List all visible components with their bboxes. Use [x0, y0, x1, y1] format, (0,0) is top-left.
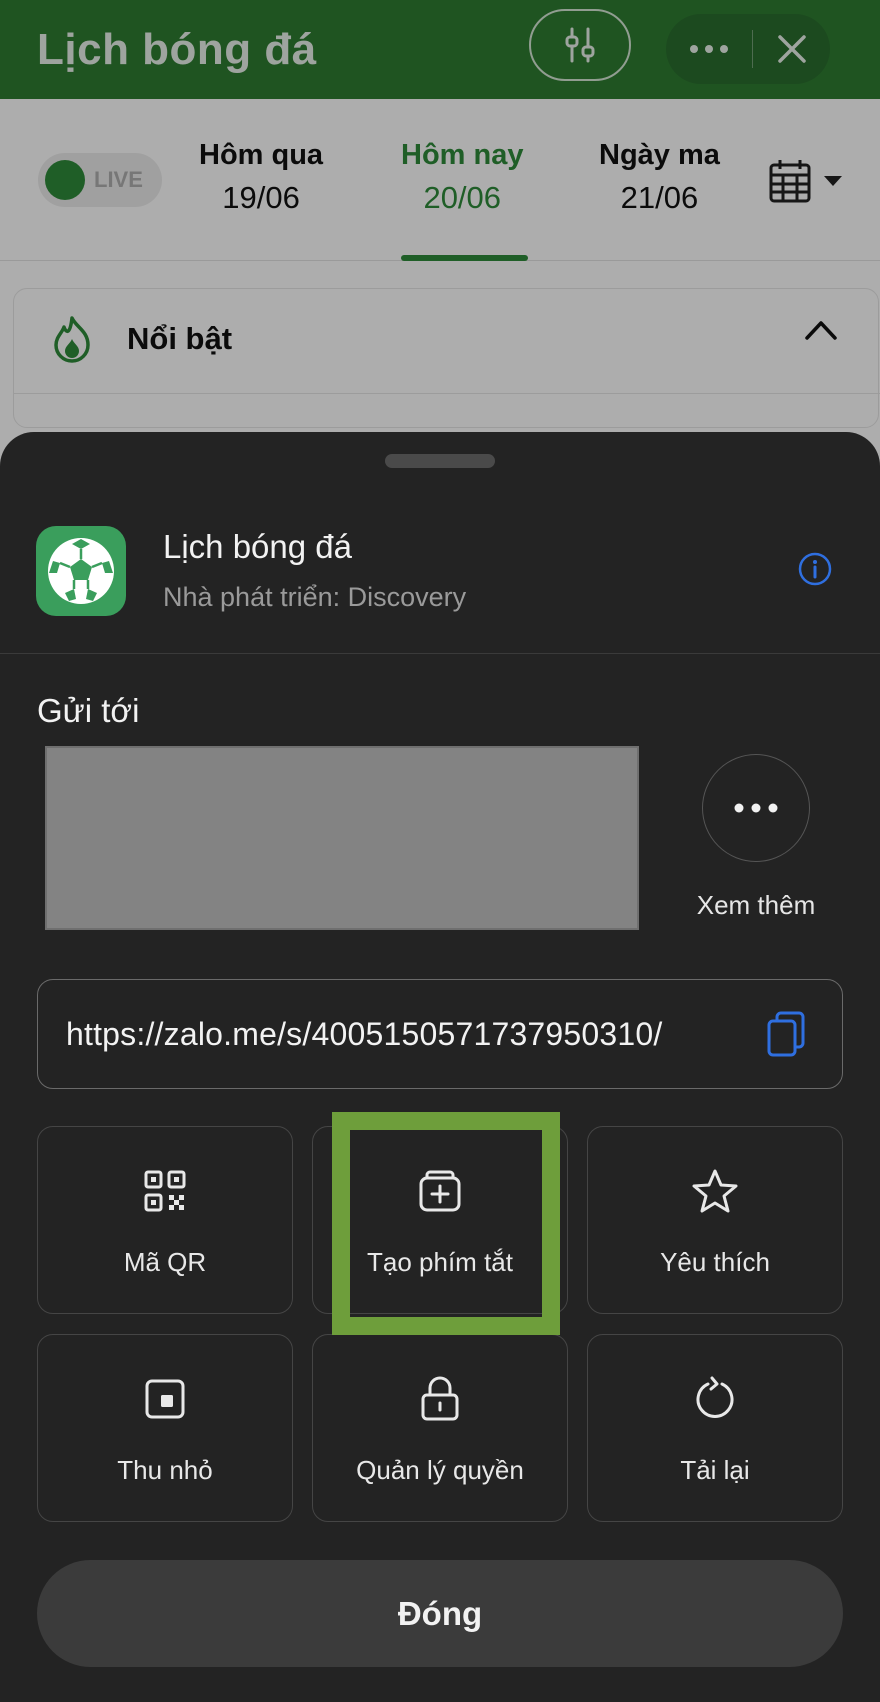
- action-label: Tải lại: [680, 1455, 750, 1485]
- lock-icon: [421, 1376, 459, 1421]
- qr-code-icon: [144, 1170, 186, 1212]
- action-label: Mã QR: [123, 1247, 207, 1277]
- favorite-button[interactable]: Yêu thích: [587, 1126, 843, 1314]
- reload-icon: [696, 1376, 734, 1418]
- share-link-text: https://zalo.me/s/4005150571737950310/: [66, 1016, 663, 1052]
- app-developer: Nhà phát triển: Discovery: [163, 582, 467, 612]
- annotation-highlight-box: [332, 1112, 560, 1335]
- close-button-label: Đóng: [397, 1594, 483, 1632]
- see-more-contacts-button[interactable]: [702, 754, 810, 862]
- action-label: Yêu thích: [660, 1247, 770, 1277]
- contacts-redacted-area: [45, 746, 639, 930]
- copy-link-button[interactable]: [766, 1010, 806, 1063]
- more-horizontal-icon: [734, 803, 778, 813]
- close-sheet-button[interactable]: Đóng: [37, 1560, 843, 1667]
- minimize-button[interactable]: Thu nhỏ: [37, 1334, 293, 1522]
- star-icon: [692, 1169, 738, 1213]
- share-sheet: Lịch bóng đá Nhà phát triển: Discovery G…: [0, 432, 880, 1702]
- see-more-label: Xem thêm: [696, 890, 816, 920]
- send-to-label: Gửi tới: [37, 692, 140, 729]
- soccer-ball-icon: [48, 538, 114, 604]
- app-info-button[interactable]: [798, 552, 832, 591]
- share-link-field[interactable]: https://zalo.me/s/4005150571737950310/: [37, 979, 843, 1089]
- reload-button[interactable]: Tải lại: [587, 1334, 843, 1522]
- copy-icon: [767, 1011, 805, 1057]
- minimize-icon: [145, 1379, 185, 1419]
- action-label: Quản lý quyền: [356, 1455, 524, 1485]
- info-icon: [798, 552, 832, 586]
- manage-permissions-button[interactable]: Quản lý quyền: [312, 1334, 568, 1522]
- app-logo: [36, 526, 126, 616]
- app-info-section: Lịch bóng đá Nhà phát triển: Discovery: [0, 432, 880, 654]
- qr-code-button[interactable]: Mã QR: [37, 1126, 293, 1314]
- action-label: Thu nhỏ: [117, 1455, 213, 1485]
- app-name: Lịch bóng đá: [163, 528, 352, 565]
